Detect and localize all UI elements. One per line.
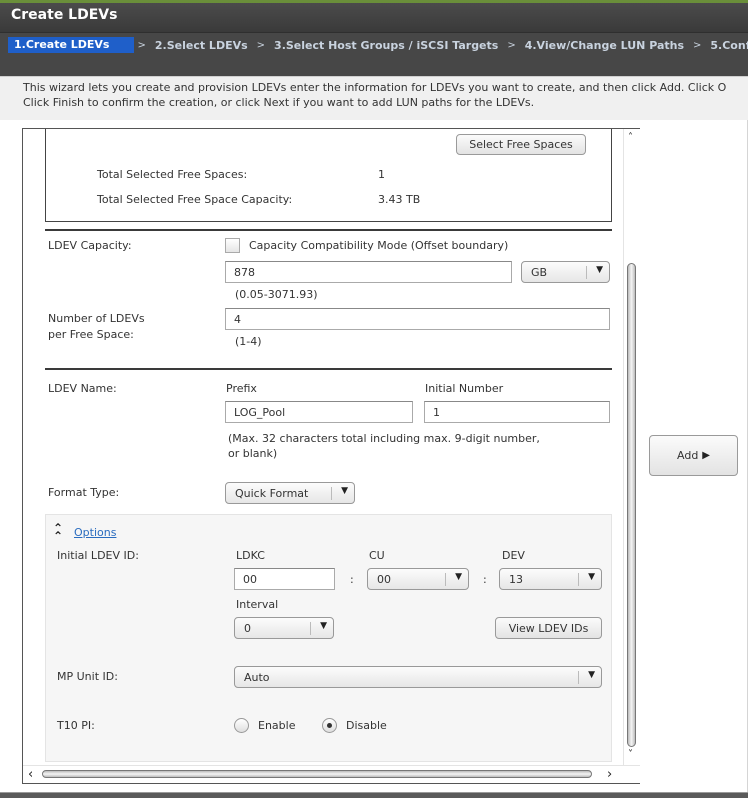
id-separator: : [483, 573, 487, 586]
num-ldevs-label-line1: Number of LDEVs [48, 312, 145, 325]
num-ldevs-range: (1-4) [235, 335, 262, 348]
select-divider [445, 573, 446, 586]
prefix-label: Prefix [226, 382, 257, 395]
total-selected-free-spaces-value: 1 [378, 168, 385, 181]
vertical-scrollbar[interactable]: ˄ ˅ [623, 129, 640, 765]
dropdown-arrow-icon: ▼ [588, 670, 595, 680]
id-separator: : [350, 573, 354, 586]
step-separator: > [693, 39, 702, 51]
ldev-name-label: LDEV Name: [48, 382, 117, 395]
interval-label: Interval [236, 598, 279, 611]
section-divider [45, 368, 612, 370]
dev-value: 13 [509, 573, 523, 586]
step-separator: > [256, 39, 266, 51]
ldkc-input[interactable]: 00 [234, 568, 335, 590]
dropdown-arrow-icon: ▼ [596, 265, 603, 275]
scroll-left-icon[interactable]: ‹ [28, 767, 33, 782]
view-ldev-ids-button[interactable]: View LDEV IDs [495, 617, 602, 639]
ldev-name-hint-line2: or blank) [228, 447, 278, 460]
options-section: ⌃ ⌃ Options Initial LDEV ID: LDKC CU DEV … [45, 514, 612, 762]
ldkc-label: LDKC [236, 549, 265, 562]
capacity-unit-value: GB [531, 266, 548, 279]
wizard-step-select-host-groups[interactable]: 3.Select Host Groups / iSCSI Targets [268, 38, 504, 53]
section-divider [45, 229, 612, 231]
interval-value: 0 [244, 622, 251, 635]
scroll-up-icon[interactable]: ˄ [628, 132, 633, 143]
select-divider [586, 266, 587, 279]
total-selected-free-spaces-label: Total Selected Free Spaces: [97, 168, 248, 181]
t10-pi-disable-radio[interactable] [322, 718, 337, 733]
total-free-space-capacity-value: 3.43 TB [378, 193, 421, 206]
wizard-step-bar: 1.Create LDEVs > 2.Select LDEVs > 3.Sele… [0, 32, 748, 76]
ldev-capacity-range: (0.05-3071.93) [235, 288, 318, 301]
options-toggle-link[interactable]: Options [74, 526, 116, 539]
select-divider [578, 573, 579, 586]
dev-select[interactable]: 13 ▼ [499, 568, 602, 590]
left-margin [0, 120, 22, 792]
format-type-value: Quick Format [235, 487, 309, 500]
scrollable-content: Select Free Spaces Total Selected Free S… [23, 129, 623, 765]
add-button[interactable]: Add ▶ [649, 435, 738, 476]
ldev-name-hint-line1: (Max. 32 characters total including max.… [228, 432, 540, 445]
ldev-settings-panel: Select Free Spaces Total Selected Free S… [22, 128, 640, 784]
wizard-step-create-ldevs[interactable]: 1.Create LDEVs [8, 37, 135, 53]
collapse-options-icon[interactable]: ⌃ ⌃ [53, 522, 63, 542]
wizard-step-view-change-lun-paths[interactable]: 4.View/Change LUN Paths [519, 38, 690, 53]
initial-number-input[interactable]: 1 [424, 401, 610, 423]
free-space-box: Select Free Spaces Total Selected Free S… [45, 129, 612, 222]
description-line-1: This wizard lets you create and provisio… [23, 81, 727, 94]
add-arrow-icon: ▶ [702, 450, 710, 461]
ldev-name-prefix-input[interactable]: LOG_Pool [225, 401, 413, 423]
capacity-unit-select[interactable]: GB ▼ [521, 261, 610, 283]
wizard-step-select-ldevs[interactable]: 2.Select LDEVs [149, 38, 254, 53]
t10-pi-enable-label: Enable [258, 719, 296, 732]
initial-number-label: Initial Number [425, 382, 504, 395]
cu-value: 00 [377, 573, 391, 586]
dropdown-arrow-icon: ▼ [341, 486, 348, 496]
dev-label: DEV [502, 549, 525, 562]
mp-unit-id-select[interactable]: Auto ▼ [234, 666, 602, 688]
step-separator: > [507, 39, 516, 51]
format-type-select[interactable]: Quick Format ▼ [225, 482, 355, 504]
dropdown-arrow-icon: ▼ [455, 572, 462, 582]
horizontal-scrollbar[interactable]: ‹ › [23, 765, 640, 783]
capacity-compatibility-label: Capacity Compatibility Mode (Offset boun… [249, 239, 509, 252]
bottom-bar [0, 792, 748, 798]
scroll-right-icon[interactable]: › [607, 767, 612, 782]
select-divider [578, 671, 579, 684]
cu-select[interactable]: 00 ▼ [367, 568, 469, 590]
wizard-step-confirm[interactable]: 5.Confirm [704, 38, 748, 53]
select-divider [310, 622, 311, 635]
title-bar: Create LDEVs [0, 3, 748, 32]
step-separator: > [137, 39, 146, 51]
vertical-scroll-thumb[interactable] [627, 263, 636, 747]
ldev-capacity-input[interactable]: 878 [225, 261, 512, 283]
total-free-space-capacity-label: Total Selected Free Space Capacity: [97, 193, 293, 206]
num-ldevs-label-line2: per Free Space: [48, 328, 134, 341]
select-free-spaces-button[interactable]: Select Free Spaces [456, 134, 586, 155]
mp-unit-id-label: MP Unit ID: [57, 670, 118, 683]
mp-unit-id-value: Auto [244, 671, 270, 684]
dropdown-arrow-icon: ▼ [320, 621, 327, 631]
scroll-down-icon[interactable]: ˅ [628, 749, 633, 760]
add-button-label: Add [677, 449, 699, 462]
horizontal-scroll-thumb[interactable] [42, 770, 592, 778]
dropdown-arrow-icon: ▼ [588, 572, 595, 582]
initial-ldev-id-label: Initial LDEV ID: [57, 549, 139, 562]
ldev-capacity-label: LDEV Capacity: [48, 239, 132, 252]
interval-select[interactable]: 0 ▼ [234, 617, 334, 639]
format-type-label: Format Type: [48, 486, 120, 499]
right-action-area: Add ▶ [640, 120, 748, 792]
wizard-description: This wizard lets you create and provisio… [0, 76, 748, 120]
t10-pi-enable-radio[interactable] [234, 718, 249, 733]
description-line-2: Click Finish to confirm the creation, or… [23, 96, 535, 109]
select-divider [331, 487, 332, 500]
num-ldevs-input[interactable]: 4 [225, 308, 610, 330]
t10-pi-disable-label: Disable [346, 719, 387, 732]
window-title: Create LDEVs [11, 7, 118, 23]
t10-pi-label: T10 PI: [57, 719, 95, 732]
capacity-compatibility-checkbox[interactable] [225, 238, 240, 253]
cu-label: CU [369, 549, 385, 562]
